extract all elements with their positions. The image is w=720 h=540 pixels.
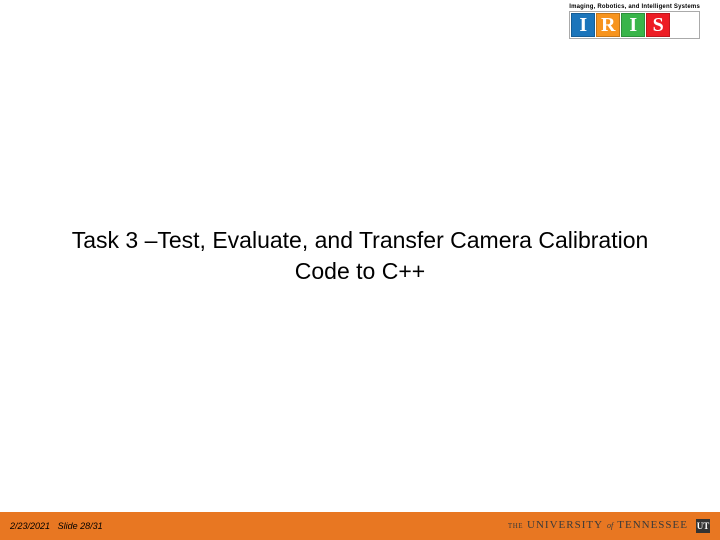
slide-title: Task 3 –Test, Evaluate, and Transfer Cam… bbox=[0, 225, 720, 287]
uni-univ: UNIVERSITY bbox=[527, 519, 603, 531]
footer-slide: Slide 28/31 bbox=[58, 521, 103, 531]
footer-bar: 2/23/2021 Slide 28/31 THE UNIVERSITY of … bbox=[0, 512, 720, 540]
uni-mark-icon: UT bbox=[696, 519, 710, 533]
uni-tn: TENNESSEE bbox=[617, 519, 688, 531]
lab-logo: Imaging, Robotics, and Intelligent Syste… bbox=[569, 4, 700, 39]
logo-row: I R I S bbox=[569, 11, 700, 39]
footer-left: 2/23/2021 Slide 28/31 bbox=[10, 521, 103, 531]
uni-of: of bbox=[607, 521, 613, 530]
uni-the: THE bbox=[508, 522, 523, 530]
logo-letter-i1: I bbox=[571, 13, 595, 37]
footer-date: 2/23/2021 bbox=[10, 521, 50, 531]
logo-letter-r: R bbox=[596, 13, 620, 37]
logo-caption: Imaging, Robotics, and Intelligent Syste… bbox=[569, 4, 700, 10]
logo-letter-s: S bbox=[646, 13, 670, 37]
university-logo: THE UNIVERSITY of TENNESSEE UT bbox=[508, 519, 710, 533]
logo-letter-i2: I bbox=[621, 13, 645, 37]
